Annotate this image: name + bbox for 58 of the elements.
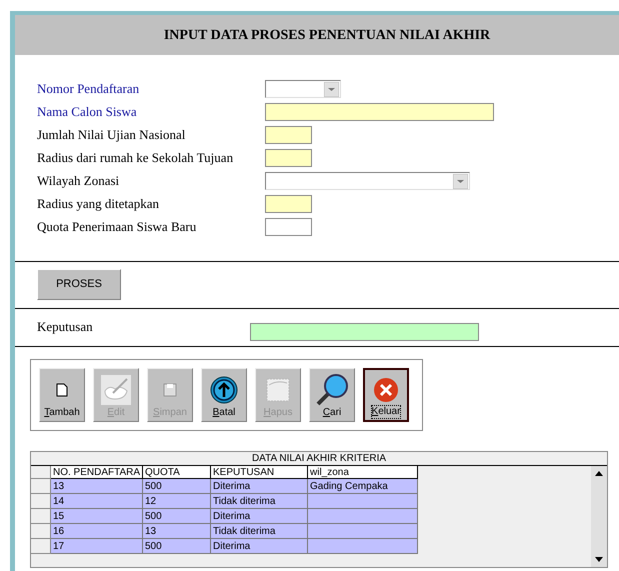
table-cell: 13 [51, 479, 143, 494]
dropdown-arrow-icon[interactable] [324, 82, 339, 97]
row-header-cell[interactable] [31, 539, 51, 554]
field-label: Radius dari rumah ke Sekolah Tujuan [37, 149, 234, 168]
table-cell: 12 [143, 494, 211, 509]
dropdown-field[interactable] [265, 172, 470, 190]
table-cell: 16 [51, 524, 143, 539]
table-cell: 17 [51, 539, 143, 554]
toolbar-button[interactable]: Tambah [39, 368, 85, 422]
table-cell: 500 [143, 479, 211, 494]
row-header-cell[interactable] [31, 509, 51, 524]
row-header-cell[interactable] [31, 479, 51, 494]
proses-button[interactable]: PROSES [37, 269, 121, 300]
close-icon [373, 377, 399, 403]
table-cell: 500 [143, 539, 211, 554]
table-cell: Diterima [211, 539, 308, 554]
row-header-cell[interactable] [31, 494, 51, 509]
pen-icon [101, 375, 131, 405]
column-header[interactable]: wil_zona [308, 466, 418, 479]
scroll-down-icon[interactable] [595, 557, 603, 562]
field-label: Quota Penerimaan Siswa Baru [37, 218, 198, 236]
dropdown-arrow-icon[interactable] [453, 174, 468, 189]
search-icon [315, 373, 349, 407]
field-label: Wilayah Zonasi [37, 172, 120, 190]
table-cell: Tidak diterima [211, 524, 308, 539]
decision-field[interactable] [250, 323, 479, 341]
column-header[interactable]: QUOTA [143, 466, 211, 479]
field-label: Nomor Pendaftaran [37, 80, 140, 98]
toolbar-button[interactable]: Cari [309, 368, 355, 422]
field-label: Nama Calon Siswa [37, 103, 138, 122]
table-cell: Gading Cempaka [308, 479, 418, 494]
table-cell: Diterima [211, 479, 308, 494]
scrollbar[interactable] [591, 466, 607, 567]
input-field[interactable] [265, 218, 312, 236]
table-cell: 13 [143, 524, 211, 539]
table-cell: 15 [51, 509, 143, 524]
form-title: INPUT DATA PROSES PENENTUAN NILAI AKHIR [164, 26, 490, 44]
column-header[interactable]: NO. PENDAFTARA [51, 466, 143, 479]
dropdown-field[interactable] [265, 80, 341, 98]
table-cell: Tidak diterima [211, 494, 308, 509]
up-arrow-circle-icon [210, 376, 238, 404]
field-label: Radius yang ditetapkan [37, 195, 160, 214]
field-label: Jumlah Nilai Ujian Nasional [37, 126, 186, 144]
document-icon [56, 383, 68, 397]
table-cell: 500 [143, 509, 211, 524]
input-field[interactable] [265, 126, 312, 144]
picture-icon [265, 377, 291, 403]
input-field[interactable] [265, 195, 312, 213]
table-cell: Diterima [211, 509, 308, 524]
field-label: Keputusan [37, 318, 94, 336]
toolbar-button[interactable]: Keluar [363, 368, 409, 422]
input-field[interactable] [265, 149, 312, 167]
scroll-up-icon[interactable] [595, 471, 603, 476]
table-cell: 14 [51, 494, 143, 509]
input-field[interactable] [265, 103, 494, 121]
row-header-cell[interactable] [31, 524, 51, 539]
toolbar-button[interactable]: Batal [201, 368, 247, 422]
column-header[interactable]: KEPUTUSAN [211, 466, 308, 479]
